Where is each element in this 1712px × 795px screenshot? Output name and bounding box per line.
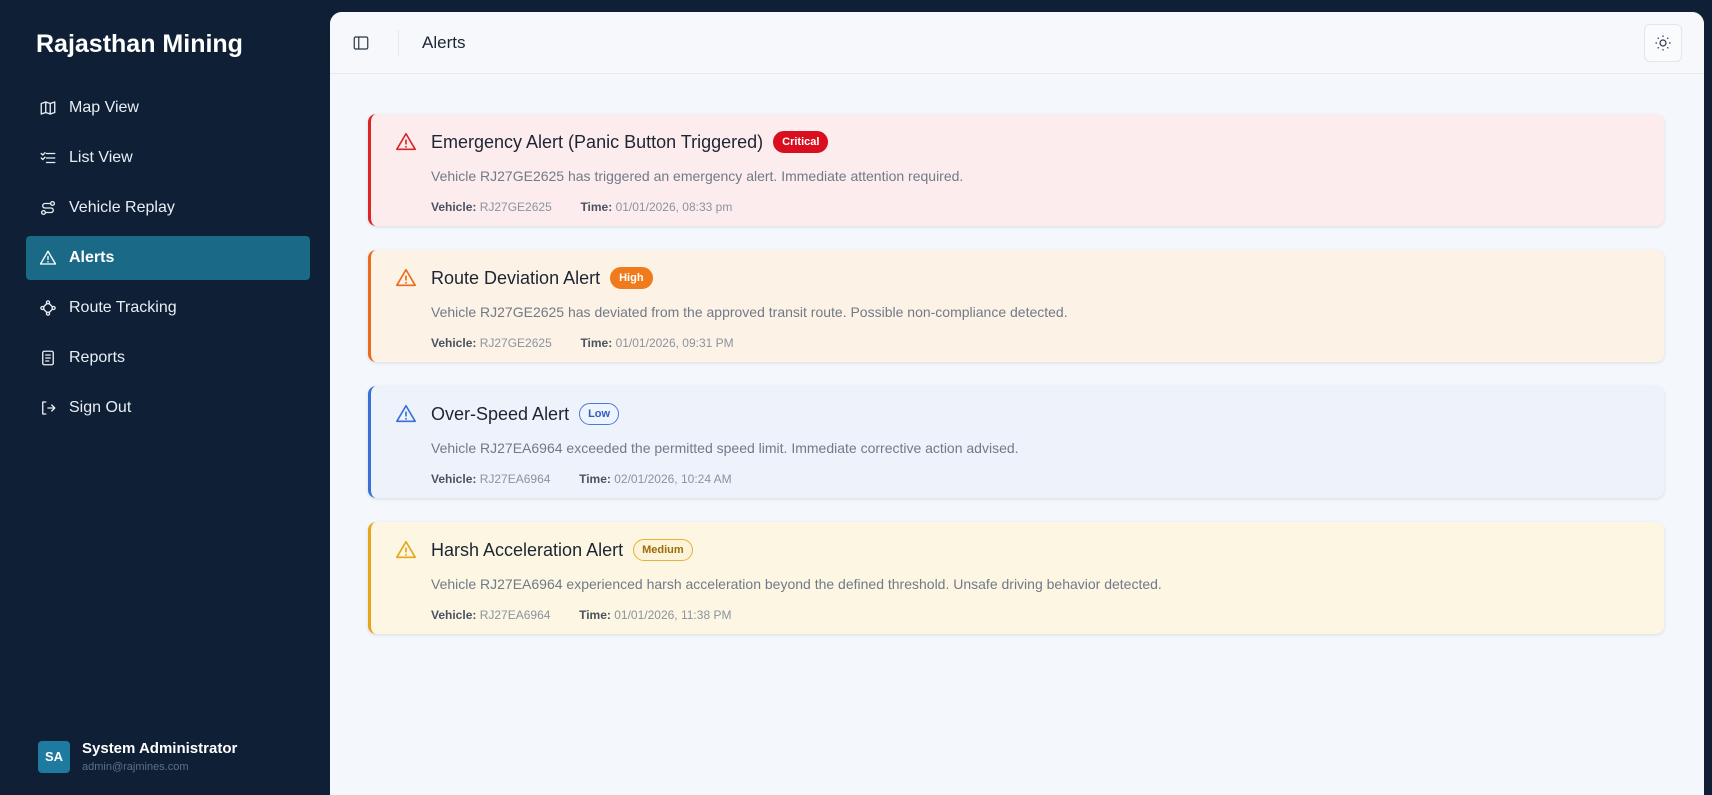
alert-title: Route Deviation Alert [431, 267, 601, 288]
sidebar-item-alerts[interactable]: Alerts [26, 236, 310, 280]
list-icon [37, 147, 59, 169]
sidebar-item-label: Reports [69, 349, 126, 366]
theme-toggle-button[interactable] [1644, 24, 1682, 62]
time-label: Time: [579, 472, 611, 486]
sun-icon [1655, 35, 1671, 51]
sidebar-item-label: Route Tracking [69, 299, 177, 316]
alert-card-route-deviation[interactable]: Route Deviation Alert High Vehicle RJ27G… [368, 250, 1664, 362]
alert-meta: Vehicle: RJ27GE2625 Time: 01/01/2026, 09… [431, 336, 1664, 350]
user-profile[interactable]: SA System Administrator admin@rajmines.c… [38, 740, 237, 773]
page-title: Alerts [422, 33, 466, 52]
sidebar-item-route-tracking[interactable]: Route Tracking [26, 286, 310, 330]
alert-meta: Vehicle: RJ27GE2625 Time: 01/01/2026, 08… [431, 200, 1664, 214]
sidebar-item-label: Map View [69, 99, 139, 116]
top-bar: Alerts [330, 12, 1704, 74]
sidebar-item-map-view[interactable]: Map View [26, 86, 310, 130]
sidebar-toggle-icon [353, 36, 369, 50]
vehicle-label: Vehicle: [431, 336, 477, 350]
sidebar-toggle-button[interactable] [350, 32, 372, 54]
time-label: Time: [579, 608, 611, 622]
time-label: Time: [580, 336, 613, 350]
alert-description: Vehicle RJ27GE2625 has deviated from the… [431, 304, 1068, 320]
alert-meta: Vehicle: RJ27EA6964 Time: 01/01/2026, 11… [431, 608, 1664, 622]
alert-triangle-icon [37, 247, 59, 269]
alert-description: Vehicle RJ27EA6964 experienced harsh acc… [431, 576, 1162, 592]
alert-description: Vehicle RJ27EA6964 exceeded the permitte… [431, 440, 1019, 456]
alert-meta: Vehicle: RJ27EA6964 Time: 02/01/2026, 10… [431, 472, 1664, 486]
vehicle-value: RJ27GE2625 [479, 336, 552, 350]
sidebar-item-label: Alerts [69, 249, 115, 266]
user-email: admin@rajmines.com [82, 761, 189, 773]
alerts-list: Emergency Alert (Panic Button Triggered)… [368, 114, 1664, 658]
alert-header: Over-Speed Alert Low [395, 402, 1664, 426]
alert-triangle-icon [395, 267, 417, 289]
app-window: Rajasthan Mining Map View List View Vehi… [0, 0, 1712, 795]
severity-badge: Critical [773, 131, 829, 153]
sidebar-item-label: Sign Out [69, 399, 132, 416]
time-value: 02/01/2026, 10:24 AM [614, 472, 732, 486]
alert-header: Emergency Alert (Panic Button Triggered)… [395, 130, 1664, 154]
alert-card-harsh-acceleration[interactable]: Harsh Acceleration Alert Medium Vehicle … [368, 522, 1664, 634]
time-value: 01/01/2026, 11:38 PM [614, 608, 732, 622]
sidebar-item-vehicle-replay[interactable]: Vehicle Replay [26, 186, 310, 230]
alert-header: Route Deviation Alert High [395, 266, 1664, 290]
vehicle-label: Vehicle: [431, 472, 477, 486]
time-value: 01/01/2026, 08:33 pm [615, 200, 733, 214]
sidebar-item-sign-out[interactable]: Sign Out [26, 386, 310, 430]
vehicle-value: RJ27EA6964 [479, 608, 551, 622]
report-icon [37, 347, 59, 369]
user-info: System Administrator admin@rajmines.com [82, 740, 237, 773]
map-icon [37, 97, 59, 119]
alert-triangle-icon [395, 403, 417, 425]
alert-triangle-icon [395, 539, 417, 561]
sidebar-item-reports[interactable]: Reports [26, 336, 310, 380]
header-divider [398, 30, 399, 56]
alert-card-emergency[interactable]: Emergency Alert (Panic Button Triggered)… [368, 114, 1664, 226]
alert-description: Vehicle RJ27GE2625 has triggered an emer… [431, 168, 964, 184]
sign-out-icon [37, 397, 59, 419]
vehicle-value: RJ27GE2625 [479, 200, 552, 214]
route-replay-icon [37, 197, 59, 219]
sidebar-item-label: Vehicle Replay [69, 199, 175, 216]
alert-title: Harsh Acceleration Alert [431, 539, 624, 560]
user-name: System Administrator [82, 740, 238, 757]
sidebar: Rajasthan Mining Map View List View Vehi… [0, 0, 328, 795]
time-value: 01/01/2026, 09:31 PM [615, 336, 734, 350]
sidebar-item-label: List View [69, 149, 133, 166]
severity-badge: Medium [633, 539, 693, 561]
severity-badge: High [610, 267, 653, 289]
alert-title: Emergency Alert (Panic Button Triggered) [431, 131, 764, 152]
sidebar-item-list-view[interactable]: List View [26, 136, 310, 180]
brand-title: Rajasthan Mining [36, 30, 243, 58]
alert-card-over-speed[interactable]: Over-Speed Alert Low Vehicle RJ27EA6964 … [368, 386, 1664, 498]
alert-header: Harsh Acceleration Alert Medium [395, 538, 1664, 562]
main-panel: Alerts Emergency Alert (Panic Button Tri… [330, 12, 1704, 795]
alert-title: Over-Speed Alert [431, 403, 570, 424]
vehicle-label: Vehicle: [431, 608, 477, 622]
severity-badge: Low [579, 403, 620, 425]
vehicle-value: RJ27EA6964 [479, 472, 551, 486]
waypoints-icon [37, 297, 59, 319]
alert-triangle-icon [395, 131, 417, 153]
vehicle-label: Vehicle: [431, 200, 477, 214]
sidebar-nav: Map View List View Vehicle Replay Alerts [26, 86, 310, 436]
avatar: SA [38, 740, 70, 773]
time-label: Time: [580, 200, 613, 214]
